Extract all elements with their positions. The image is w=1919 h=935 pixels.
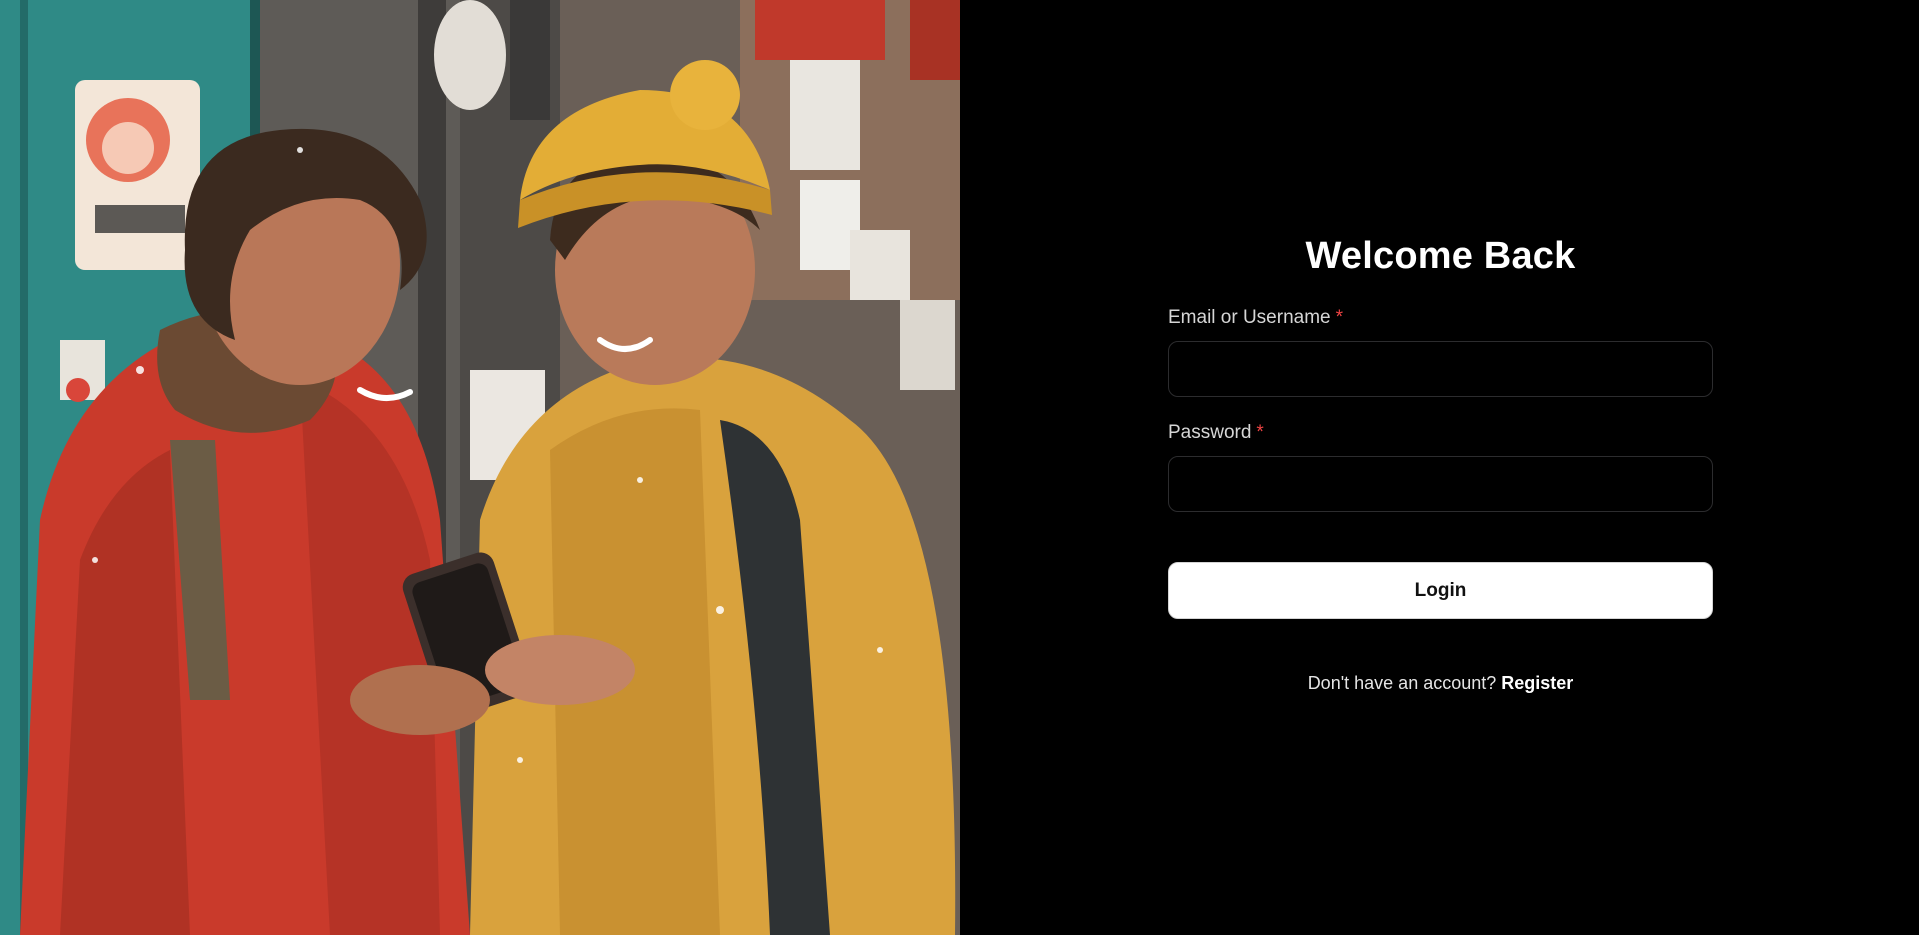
email-input[interactable]: [1168, 341, 1713, 397]
register-prompt-row: Don't have an account? Register: [1168, 671, 1713, 695]
illustration-image: [0, 0, 960, 935]
required-marker: *: [1256, 422, 1264, 443]
email-label: Email or Username *: [1168, 306, 1713, 330]
password-label: Password *: [1168, 421, 1713, 445]
login-button[interactable]: Login: [1168, 562, 1713, 619]
login-panel: Welcome Back Email or Username * Password…: [960, 0, 1919, 935]
login-form: Welcome Back Email or Username * Password…: [1168, 232, 1713, 695]
required-marker: *: [1335, 307, 1344, 328]
email-label-text: Email or Username: [1168, 307, 1331, 328]
password-input[interactable]: [1168, 456, 1713, 512]
page-title: Welcome Back: [1305, 235, 1576, 277]
register-link[interactable]: Register: [1501, 673, 1573, 693]
email-field-group: Email or Username *: [1168, 306, 1713, 397]
login-page: Welcome Back Email or Username * Password…: [0, 0, 1919, 935]
password-label-text: Password: [1168, 422, 1252, 443]
password-field-group: Password *: [1168, 421, 1713, 512]
register-prompt-text: Don't have an account?: [1307, 673, 1497, 693]
hero-illustration: [0, 0, 960, 935]
